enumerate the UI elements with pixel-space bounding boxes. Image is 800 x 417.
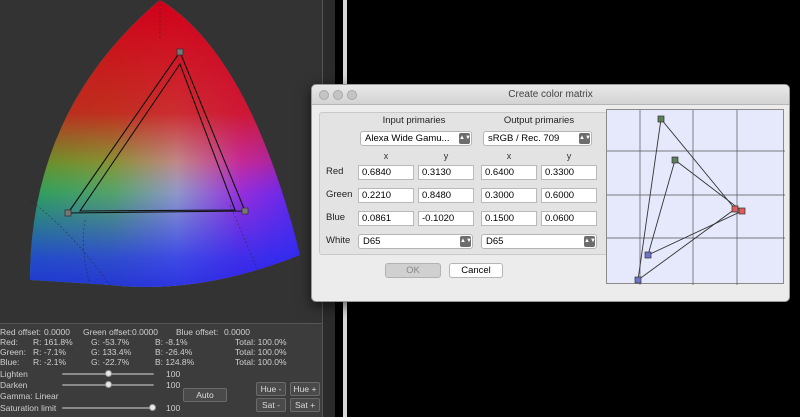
up-down-chevron-icon: ▲▼ xyxy=(460,236,472,247)
up-down-chevron-icon: ▲▼ xyxy=(584,236,596,247)
sat-minus-button[interactable]: Sat - xyxy=(256,398,286,412)
output-y-label: y xyxy=(566,151,572,161)
output-primaries-select[interactable]: sRGB / Rec. 709 ▲▼ xyxy=(483,131,592,146)
matrix-total: Total: 100.0% xyxy=(235,347,287,357)
input-blue-y-field[interactable] xyxy=(418,211,474,226)
hue-plus-button[interactable]: Hue + xyxy=(290,382,320,396)
matrix-row-label: Blue: xyxy=(0,357,20,367)
matrix-cell-b[interactable]: B: 124.8% xyxy=(155,357,194,367)
matrix-cell-g[interactable]: G: 133.4% xyxy=(91,347,131,357)
output-x-label: x xyxy=(506,151,512,161)
matrix-cell-r[interactable]: R: -2.1% xyxy=(33,357,66,367)
saturation-limit-slider[interactable] xyxy=(62,407,154,409)
matrix-controls: Red offset: 0.0000 Green offset: 0.0000 … xyxy=(0,323,322,417)
input-blue-x-field[interactable] xyxy=(358,211,414,226)
output-primaries-selected: sRGB / Rec. 709 xyxy=(488,133,560,144)
matrix-cell-g[interactable]: G: -53.7% xyxy=(91,337,129,347)
lighten-value: 100 xyxy=(166,369,181,379)
dialog-title: Create color matrix xyxy=(508,89,593,100)
red-offset-label: Red offset: xyxy=(0,327,41,337)
output-red-x-field[interactable] xyxy=(481,165,537,180)
input-primaries-header: Input primaries xyxy=(382,115,446,126)
output-white-selected: D65 xyxy=(486,236,504,247)
up-down-chevron-icon: ▲▼ xyxy=(579,133,591,144)
green-offset-label: Green offset: xyxy=(83,327,132,337)
hue-minus-button[interactable]: Hue - xyxy=(256,382,286,396)
output-red-marker xyxy=(738,207,746,215)
input-green-x-field[interactable] xyxy=(358,188,414,203)
red-row-label: Red xyxy=(326,166,344,177)
white-row-label: White xyxy=(326,235,351,246)
matrix-cell-r[interactable]: R: -7.1% xyxy=(33,347,66,357)
input-y-label: y xyxy=(443,151,449,161)
primaries-preview-svg xyxy=(607,110,785,285)
gamut-green-handle[interactable] xyxy=(64,209,72,217)
blue-offset-value[interactable]: 0.0000 xyxy=(224,327,250,337)
matrix-total: Total: 100.0% xyxy=(235,337,287,347)
primaries-preview-plot xyxy=(606,109,785,285)
matrix-cell-g[interactable]: G: -22.7% xyxy=(91,357,129,367)
output-white-select[interactable]: D65 ▲▼ xyxy=(481,234,597,249)
preview-grid xyxy=(607,110,785,285)
input-red-marker xyxy=(731,205,739,213)
input-red-y-field[interactable] xyxy=(418,165,474,180)
gamut-diagram[interactable] xyxy=(0,0,322,323)
output-primaries-header: Output primaries xyxy=(503,115,575,126)
saturation-limit-slider-knob[interactable] xyxy=(148,404,156,411)
saturation-limit-label: Saturation limit xyxy=(0,403,57,413)
gamma-label[interactable]: Gamma: Linear xyxy=(0,391,59,401)
matrix-cell-b[interactable]: B: -26.4% xyxy=(155,347,192,357)
primaries-form: Input primaries Output primaries Alexa W… xyxy=(319,112,608,255)
input-primaries-select[interactable]: Alexa Wide Gamu... ▲▼ xyxy=(360,131,472,146)
input-green-marker xyxy=(657,115,665,123)
matrix-cell-r[interactable]: R: 161.8% xyxy=(33,337,73,347)
gamut-blue-handle[interactable] xyxy=(241,207,249,215)
darken-label: Darken xyxy=(0,380,28,390)
color-editor-pane: Red offset: 0.0000 Green offset: 0.0000 … xyxy=(0,0,335,417)
red-offset-value[interactable]: 0.0000 xyxy=(44,327,70,337)
gamut-color-field xyxy=(30,0,300,287)
auto-button[interactable]: Auto xyxy=(183,388,227,402)
darken-slider-knob[interactable] xyxy=(104,381,112,388)
output-blue-x-field[interactable] xyxy=(481,211,537,226)
input-blue-marker xyxy=(634,276,642,284)
darken-value: 100 xyxy=(166,380,181,390)
blue-offset-label: Blue offset: xyxy=(176,327,219,337)
input-green-y-field[interactable] xyxy=(418,188,474,203)
output-green-y-field[interactable] xyxy=(541,188,597,203)
lighten-slider-knob[interactable] xyxy=(104,370,112,377)
output-green-marker xyxy=(671,156,679,164)
cancel-button[interactable]: Cancel xyxy=(449,263,503,278)
saturation-limit-value: 100 xyxy=(166,403,181,413)
output-green-x-field[interactable] xyxy=(481,188,537,203)
green-offset-value[interactable]: 0.0000 xyxy=(132,327,158,337)
lighten-label: Lighten xyxy=(0,369,28,379)
input-white-select[interactable]: D65 ▲▼ xyxy=(358,234,473,249)
gamut-view[interactable] xyxy=(0,0,322,323)
create-color-matrix-dialog: Create color matrix Input primaries Outp… xyxy=(311,84,790,302)
input-red-x-field[interactable] xyxy=(358,165,414,180)
sat-plus-button[interactable]: Sat + xyxy=(290,398,320,412)
matrix-cell-b[interactable]: B: -8.1% xyxy=(155,337,188,347)
input-x-label: x xyxy=(383,151,389,161)
blue-row-label: Blue xyxy=(326,212,346,223)
matrix-total: Total: 100.0% xyxy=(235,357,287,367)
input-white-selected: D65 xyxy=(363,236,381,247)
input-primaries-selected: Alexa Wide Gamu... xyxy=(365,133,450,144)
up-down-chevron-icon: ▲▼ xyxy=(459,133,471,144)
preview-triangles xyxy=(637,117,743,281)
dialog-titlebar[interactable]: Create color matrix xyxy=(312,85,789,105)
ok-button[interactable]: OK xyxy=(385,263,441,278)
output-blue-marker xyxy=(644,251,652,259)
matrix-row-label: Green: xyxy=(0,347,26,357)
green-row-label: Green xyxy=(326,189,353,200)
output-blue-y-field[interactable] xyxy=(541,211,597,226)
matrix-row-label: Red: xyxy=(0,337,18,347)
output-red-y-field[interactable] xyxy=(541,165,597,180)
gamut-red-handle[interactable] xyxy=(176,48,184,56)
